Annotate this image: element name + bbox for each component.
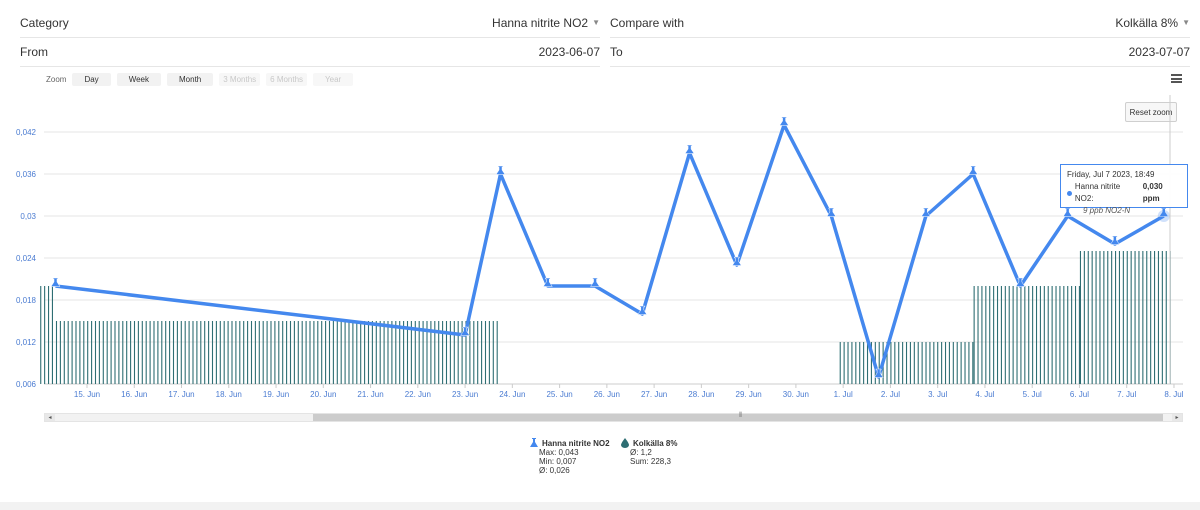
x-tick-label: 1. Jul <box>834 390 853 399</box>
x-tick-label: 27. Jun <box>641 390 667 399</box>
x-tick-label: 25. Jun <box>546 390 572 399</box>
y-tick-label: 0,036 <box>16 170 37 179</box>
flask-shape <box>590 277 601 287</box>
tooltip-date: Friday, Jul 7 2023, 18:49 <box>1067 170 1155 179</box>
flask-shape <box>684 144 695 154</box>
x-tick-label: 5. Jul <box>1023 390 1042 399</box>
x-tick-label: 24. Jun <box>499 390 525 399</box>
x-tick-label: 15. Jun <box>74 390 100 399</box>
scroll-left-arrow-icon[interactable]: ◂ <box>45 414 55 421</box>
x-tick-label: 23. Jun <box>452 390 478 399</box>
footer-bar <box>0 502 1200 510</box>
flask-shape <box>968 165 979 175</box>
flask-shape <box>495 165 506 175</box>
scroll-thumb[interactable] <box>313 414 1163 421</box>
x-tick-label: 22. Jun <box>405 390 431 399</box>
x-tick-label: 18. Jun <box>216 390 242 399</box>
legend-name-nitrite: Hanna nitrite NO2 <box>542 438 610 448</box>
flask-marker-icon <box>50 277 61 287</box>
chart-legend-2: Kolkälla 8% Ø: 1,2 Sum: 228,3 <box>620 438 677 466</box>
x-tick-label: 4. Jul <box>975 390 994 399</box>
tooltip-value: 0,030 ppm <box>1142 182 1163 203</box>
x-tick-label: 28. Jun <box>688 390 714 399</box>
legend-sum: Sum: 228,3 <box>630 457 671 466</box>
flask-icon <box>530 438 538 447</box>
x-tick-label: 21. Jun <box>357 390 383 399</box>
chart-scrollbar[interactable]: ◂ ⦀ ▸ <box>44 412 1183 422</box>
drop-icon <box>621 438 629 448</box>
y-axis-ticks: 0,006 0,012 0,018 0,024 0,03 0,036 0,042 <box>16 128 37 389</box>
y-tick-label: 0,03 <box>20 212 36 221</box>
y-tick-label: 0,018 <box>16 296 37 305</box>
flask-marker-icon <box>968 165 979 175</box>
x-tick-label: 20. Jun <box>310 390 336 399</box>
flask-marker-icon <box>495 165 506 175</box>
legend-min: Min: 0,007 <box>539 457 577 466</box>
flask-marker-icon <box>684 144 695 154</box>
x-tick-label: 29. Jun <box>736 390 762 399</box>
x-tick-label: 7. Jul <box>1117 390 1136 399</box>
x-tick-label: 19. Jun <box>263 390 289 399</box>
chart-area: 0,006 0,012 0,018 0,024 0,03 0,036 0,042 15. J… <box>16 95 1184 399</box>
x-tick-label: 2. Jul <box>881 390 900 399</box>
tooltip-series: Hanna nitrite NO2: <box>1074 182 1121 203</box>
bar-series-kolkalla <box>40 251 1171 384</box>
tooltip-value-line: Hanna nitrite NO2: 0,030 ppm <box>1067 181 1181 205</box>
flask-marker-icon <box>779 116 790 126</box>
y-tick-label: 0,012 <box>16 338 37 347</box>
chart-tooltip: Friday, Jul 7 2023, 18:49 Hanna nitrite … <box>1060 164 1188 215</box>
legend-name-kolkalla: Kolkälla 8% <box>633 438 678 448</box>
flask-shape <box>50 277 61 287</box>
chart-legend: Hanna nitrite NO2 Max: 0,043 Min: 0,007 … <box>529 438 610 475</box>
x-tick-label: 6. Jul <box>1070 390 1089 399</box>
x-tick-label: 17. Jun <box>168 390 194 399</box>
x-tick-label: 16. Jun <box>121 390 147 399</box>
scroll-grip-icon: ⦀ <box>739 412 743 419</box>
x-tick-label: 8. Jul <box>1164 390 1183 399</box>
y-tick-label: 0,006 <box>16 380 37 389</box>
x-axis-ticks: 15. Jun 16. Jun 17. Jun 18. Jun 19. Jun 20. J… <box>74 384 1184 399</box>
x-tick-label: 30. Jun <box>783 390 809 399</box>
x-tick-label: 3. Jul <box>928 390 947 399</box>
scroll-right-arrow-icon[interactable]: ▸ <box>1172 414 1182 421</box>
legend-avg-2: Ø: 1,2 <box>630 448 652 457</box>
y-tick-label: 0,024 <box>16 254 37 263</box>
grid-lines <box>44 131 1183 385</box>
y-tick-label: 0,042 <box>16 128 37 137</box>
legend-item-kolkalla[interactable]: Kolkälla 8% Ø: 1,2 Sum: 228,3 <box>620 438 677 466</box>
x-tick-label: 26. Jun <box>594 390 620 399</box>
flask-shape <box>779 116 790 126</box>
series-dot-icon <box>1067 190 1072 196</box>
legend-max: Max: 0,043 <box>539 448 579 457</box>
legend-avg: Ø: 0,026 <box>539 466 570 475</box>
legend-item-nitrite[interactable]: Hanna nitrite NO2 Max: 0,043 Min: 0,007 … <box>529 438 610 475</box>
tooltip-note: 9 ppb NO2-N <box>1083 206 1131 215</box>
flask-marker-icon <box>590 277 601 287</box>
